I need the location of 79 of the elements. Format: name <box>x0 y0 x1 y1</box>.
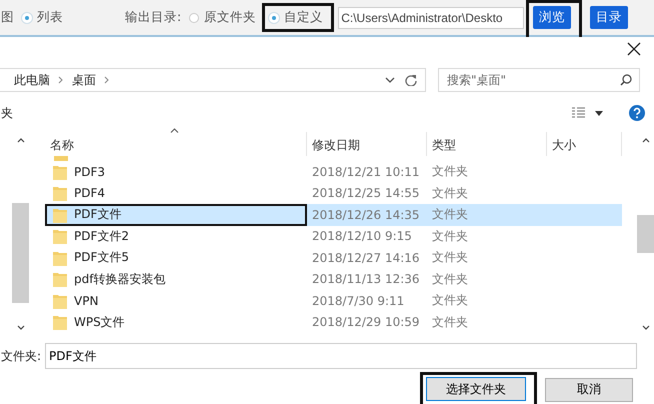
file-row[interactable]: VPN 2018/7/30 9:11 文件夹 <box>45 290 622 312</box>
close-icon <box>627 42 641 56</box>
file-row[interactable]: PDF文件2 2018/12/10 9:15 文件夹 <box>45 226 622 247</box>
folder-icon <box>53 185 67 202</box>
column-header[interactable]: 修改日期 <box>307 132 427 156</box>
chevron-up-icon <box>642 138 650 143</box>
file-row[interactable]: PDF文件5 2018/12/27 14:16 文件夹 <box>45 247 622 268</box>
chevron-down-icon <box>385 77 395 83</box>
chevron-up-icon <box>16 138 24 143</box>
file-row[interactable]: PDF文件 2018/12/26 14:35 文件夹 <box>45 204 622 226</box>
file-type: 文件夹 <box>431 249 469 266</box>
folder-name-field[interactable]: PDF文件 <box>45 343 637 369</box>
label: 图 <box>1 9 14 26</box>
file-row[interactable]: WPS文件 2018/12/29 10:59 文件夹 <box>45 312 622 333</box>
button[interactable]: 选择文件夹 <box>426 377 526 401</box>
folder-icon <box>53 271 67 288</box>
label: 夹 <box>1 104 14 122</box>
file-type: 文件夹 <box>431 270 469 288</box>
chevron-right-icon <box>58 76 64 84</box>
button[interactable]: 目录 <box>590 6 628 29</box>
file-row[interactable]: PDF3 2018/12/21 10:11 文件夹 <box>45 161 622 182</box>
file-name: PDF4 <box>74 186 106 200</box>
file-name: PDF文件5 <box>74 249 130 266</box>
folder-icon <box>53 164 67 180</box>
folder-icon <box>53 228 67 244</box>
file-date: 2018/7/30 9:11 <box>311 292 406 310</box>
question-mark-icon <box>629 105 645 121</box>
file-row[interactable]: PDF4 2018/12/25 14:55 文件夹 <box>45 182 622 204</box>
file-type: 文件夹 <box>431 228 469 245</box>
folder-icon <box>53 206 67 223</box>
path-field[interactable]: C:\Users\Administrator\Deskto <box>338 6 524 28</box>
output-label: 输出目录: <box>125 9 182 26</box>
breadcrumb-item[interactable]: 此电脑 <box>14 72 50 88</box>
file-name: pdf转换器安装包 <box>74 270 166 288</box>
folder-icon <box>53 314 67 330</box>
file-name: PDF3 <box>74 164 106 179</box>
folder-label: 文件夹: <box>1 348 42 364</box>
chevron-down-icon <box>16 325 24 330</box>
file-type: 文件夹 <box>431 184 469 202</box>
file-type: 文件夹 <box>431 163 469 180</box>
chevron-right-icon <box>104 76 110 84</box>
column-header[interactable]: 大小 <box>547 132 622 156</box>
search-icon <box>620 74 632 86</box>
address-bar[interactable]: 此电脑 桌面 <box>0 68 426 92</box>
radio-option[interactable]: 原文件夹 <box>189 9 256 26</box>
scrollbar-thumb[interactable] <box>12 203 29 303</box>
file-date: 2018/12/29 10:59 <box>311 314 421 332</box>
file-type: 文件夹 <box>431 314 469 331</box>
search-field[interactable]: 搜索"桌面" <box>438 68 640 92</box>
button[interactable]: 取消 <box>545 378 633 402</box>
folder-icon <box>53 250 67 266</box>
scrollbar-thumb[interactable] <box>637 215 654 253</box>
file-date: 2018/12/26 14:35 <box>311 206 421 224</box>
file-name: VPN <box>74 294 98 308</box>
breadcrumb-item[interactable]: 桌面 <box>72 72 96 88</box>
file-row[interactable]: pdf转换器安装包 2018/11/13 12:36 文件夹 <box>45 268 622 290</box>
folder-icon <box>53 292 67 309</box>
file-type: 文件夹 <box>431 206 469 224</box>
refresh-icon <box>405 74 417 86</box>
button[interactable]: 浏览 <box>533 6 572 28</box>
file-date: 2018/11/13 12:36 <box>311 271 421 288</box>
sort-caret-icon <box>170 128 179 133</box>
chevron-down-icon <box>642 325 650 330</box>
radio-option[interactable]: 列表 <box>22 9 63 26</box>
list-view-icon <box>571 107 587 119</box>
file-name: PDF文件 <box>74 206 122 224</box>
help-button[interactable] <box>629 105 645 121</box>
file-type: 文件夹 <box>431 292 469 310</box>
folder-icon <box>54 156 68 161</box>
file-date: 2018/12/25 14:55 <box>311 185 421 202</box>
file-date: 2018/12/21 10:11 <box>311 164 421 181</box>
column-header[interactable]: 类型 <box>427 132 547 156</box>
file-date: 2018/12/10 9:15 <box>311 228 413 246</box>
caret-down-icon <box>595 110 603 116</box>
file-date: 2018/12/27 14:16 <box>311 250 421 267</box>
file-name: WPS文件 <box>74 314 125 331</box>
file-name: PDF文件2 <box>74 228 130 245</box>
view-options-button[interactable] <box>571 107 603 119</box>
radio-option[interactable]: 自定义 <box>269 9 324 26</box>
